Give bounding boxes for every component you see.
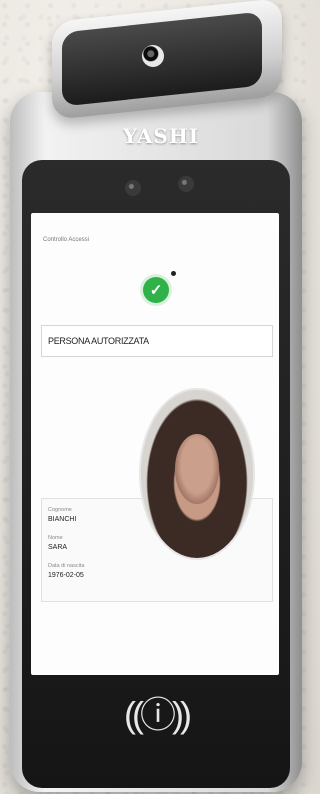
face-photo [139,388,255,560]
screen-title: Controllo Accessi [43,237,90,243]
status-box: PERSONA AUTORIZZATA [41,325,273,357]
ir-sensor-icon [125,180,141,196]
contactless-reader-icon: ((ⓘ)) [124,694,192,735]
indicator-dot [171,271,176,276]
screen: Controllo Accessi ✓ PERSONA AUTORIZZATA … [31,213,279,675]
name-value: SARA [48,544,68,551]
face [175,434,219,504]
surname-value: BIANCHI [48,516,77,523]
check-circle-icon: ✓ [143,277,169,303]
brand-logo: YASHI [122,124,200,148]
birthdate-value: 1976-02-05 [48,572,84,579]
name-label: Nome [48,535,63,541]
surname-label: Cognome [48,507,72,513]
ir-sensor-icon [178,176,194,192]
status-text: PERSONA AUTORIZZATA [48,336,149,346]
birthdate-label: Data di nascita [48,563,85,569]
camera-lens-icon [142,45,164,67]
